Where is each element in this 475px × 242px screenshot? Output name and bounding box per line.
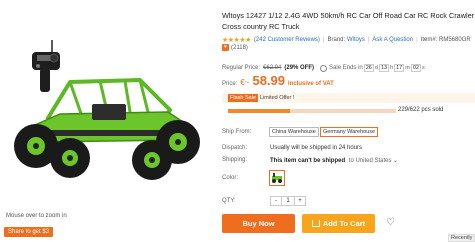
- quantity-label: QTY:: [222, 198, 236, 204]
- rating-stars-icon: ★★★★★: [222, 37, 251, 44]
- color-label: Color:: [222, 175, 239, 181]
- quantity-stepper[interactable]: - 1 +: [270, 196, 306, 206]
- sale-countdown: Sale Ends in 26 d 13 h 17 m 02 s: [320, 64, 425, 72]
- favorites-row[interactable]: ♥ (2118): [222, 44, 248, 51]
- currency-selector[interactable]: €~: [240, 78, 249, 87]
- brand-label: Brand:: [327, 37, 346, 43]
- quantity-input[interactable]: 1: [281, 197, 295, 205]
- countdown-days: 26: [363, 64, 374, 72]
- favorites-count: (2118): [231, 44, 248, 51]
- dispatch-value: Usually will be shipped in 24 hours: [270, 145, 363, 151]
- shipping-status: This item can't be shipped: [270, 158, 346, 164]
- flash-sale-bar: Flash Sale Limited Offer !: [222, 93, 475, 103]
- price-label: Price:: [222, 81, 238, 87]
- heart-icon: ♥: [222, 44, 229, 51]
- quantity-decrement-button[interactable]: -: [271, 197, 281, 205]
- buy-now-button[interactable]: Buy Now: [222, 214, 295, 233]
- color-swatch-car-icon: [272, 173, 282, 183]
- limited-offer-text: Limited Offer !: [260, 95, 295, 101]
- sold-progress-bar: [228, 109, 396, 113]
- ship-from-label: Ship From:: [222, 129, 252, 135]
- regular-price-label: Regular Price:: [222, 65, 261, 71]
- countdown-hours: 13: [378, 64, 390, 72]
- countdown-minutes: 17: [394, 64, 405, 72]
- cart-icon: [311, 220, 320, 227]
- share-button[interactable]: Share to get $3: [4, 227, 54, 237]
- regular-price: €62.94: [263, 65, 282, 71]
- price-row: Price: €~ 58.99 Inclusive of VAT: [222, 73, 334, 88]
- shipping-info: This item can't be shipped to United Sta…: [270, 157, 398, 164]
- recently-viewed-tab[interactable]: Recently: [448, 234, 475, 242]
- color-swatch[interactable]: [269, 170, 285, 186]
- rc-car-image: [14, 78, 200, 180]
- buy-now-label: Buy Now: [242, 219, 275, 228]
- add-to-cart-label: Add To Cart: [322, 219, 366, 228]
- zoom-hint: Mouse over to zoom in: [6, 213, 67, 219]
- vat-note: Inclusive of VAT: [288, 81, 334, 87]
- ship-to-country-select[interactable]: to United States ⌄: [349, 158, 398, 164]
- warehouse-option-china[interactable]: China Warehouse: [269, 127, 319, 137]
- sale-ends-label: Sale Ends in: [329, 65, 363, 71]
- sale-price: 58.99: [252, 73, 286, 88]
- wishlist-heart-icon[interactable]: ♡: [386, 218, 395, 228]
- quantity-increment-button[interactable]: +: [295, 197, 305, 205]
- flash-sale-tag: Flash Sale: [228, 94, 258, 102]
- shipping-label: Shipping:: [222, 157, 248, 163]
- brand-link[interactable]: Wltoys: [347, 37, 365, 43]
- sold-progress-fill: [228, 109, 290, 113]
- discount-percent: (29% OFF): [284, 65, 315, 71]
- add-to-cart-button[interactable]: Add To Cart: [302, 214, 375, 233]
- sold-count: 229/622 pcs sold: [398, 107, 444, 113]
- dispatch-label: Dispatch:: [222, 145, 248, 151]
- reviews-link[interactable]: (242 Customer Reviews): [254, 37, 320, 43]
- product-image-gallery[interactable]: [0, 0, 210, 215]
- rating-row: ★★★★★ (242 Customer Reviews) | Brand: Wl…: [222, 37, 471, 44]
- warehouse-option-germany[interactable]: Germany Warehouse: [320, 127, 379, 137]
- item-number: Item#: RM5680GR: [420, 37, 471, 43]
- product-title: Wltoys 12427 1/12 2.4G 4WD 50km/h RC Car…: [222, 11, 475, 31]
- regular-price-row: Regular Price: €62.94 (29% OFF) Sale End…: [222, 64, 425, 72]
- ask-question-link[interactable]: Ask A Question: [372, 37, 413, 43]
- countdown-seconds: 02: [410, 64, 421, 72]
- clock-icon: [320, 64, 328, 72]
